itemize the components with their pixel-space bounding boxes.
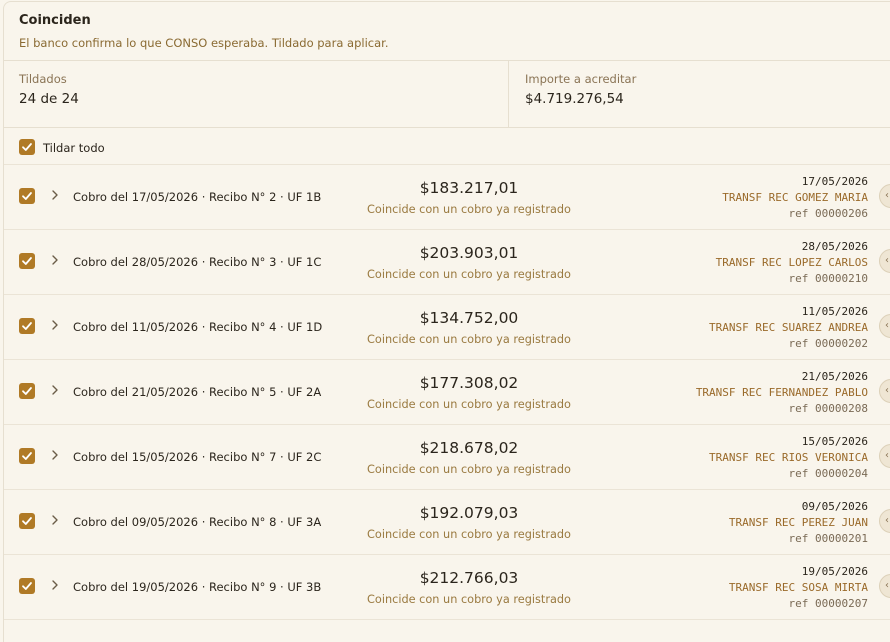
check-icon [22, 452, 32, 460]
row-description: Cobro del 28/05/2026 · Recibo N° 3 · UF … [73, 255, 322, 269]
row-checkbox[interactable] [19, 513, 35, 529]
bank-reference: ref 00000204 [788, 467, 868, 480]
row-checkbox[interactable] [19, 188, 35, 204]
row-match-status: Coincide con un cobro ya registrado [367, 398, 571, 411]
row-checkbox[interactable] [19, 448, 35, 464]
row-match-status: Coincide con un cobro ya registrado [367, 463, 571, 476]
bank-concept: TRANSF REC RIOS VERONICA [709, 451, 868, 464]
row-amount: $192.079,03 [419, 504, 519, 522]
row-amount: $177.308,02 [419, 374, 519, 392]
bank-date: 15/05/2026 [801, 435, 868, 448]
bank-date: 17/05/2026 [801, 175, 868, 188]
row-action-button[interactable]: ‹ [879, 249, 890, 273]
bank-date: 21/05/2026 [801, 370, 868, 383]
match-row[interactable]: Cobro del 21/05/2026 · Recibo N° 5 · UF … [4, 359, 890, 425]
check-icon [22, 143, 32, 151]
row-action-button[interactable]: ‹ [879, 379, 890, 403]
match-row[interactable]: Cobro del 15/05/2026 · Recibo N° 7 · UF … [4, 424, 890, 490]
row-checkbox[interactable] [19, 253, 35, 269]
bank-concept: TRANSF REC LOPEZ CARLOS [715, 256, 868, 269]
chevron-left-icon: ‹ [885, 255, 889, 266]
row-checkbox[interactable] [19, 383, 35, 399]
select-all-label: Tildar todo [43, 141, 105, 155]
bank-reference: ref 00000202 [788, 337, 868, 350]
chevron-left-icon: ‹ [885, 450, 889, 461]
bank-date: 11/05/2026 [801, 305, 868, 318]
row-match-status: Coincide con un cobro ya registrado [367, 203, 571, 216]
row-description: Cobro del 11/05/2026 · Recibo N° 4 · UF … [73, 320, 323, 334]
chevron-left-icon: ‹ [885, 385, 889, 396]
row-match-status: Coincide con un cobro ya registrado [367, 268, 571, 281]
chevron-right-icon[interactable] [50, 188, 60, 202]
bank-reference: ref 00000207 [788, 597, 868, 610]
row-description: Cobro del 19/05/2026 · Recibo N° 9 · UF … [73, 580, 322, 594]
chevron-right-icon[interactable] [50, 448, 60, 462]
row-action-button[interactable]: ‹ [879, 444, 890, 468]
section-subtitle: El banco confirma lo que CONSO esperaba.… [19, 36, 389, 50]
bank-reference: ref 00000208 [788, 402, 868, 415]
bank-date: 09/05/2026 [801, 500, 868, 513]
checked-count-label: Tildados [19, 72, 67, 86]
chevron-left-icon: ‹ [885, 320, 889, 331]
check-icon [22, 257, 32, 265]
match-row[interactable]: Cobro del 28/05/2026 · Recibo N° 3 · UF … [4, 229, 890, 295]
bank-concept: TRANSF REC FERNANDEZ PABLO [695, 386, 868, 399]
check-icon [22, 582, 32, 590]
match-row[interactable]: Cobro del 09/05/2026 · Recibo N° 8 · UF … [4, 489, 890, 555]
select-all-row[interactable]: Tildar todo [4, 128, 890, 165]
check-icon [22, 517, 32, 525]
row-amount: $212.766,03 [419, 569, 519, 587]
bank-concept: TRANSF REC PEREZ JUAN [728, 516, 868, 529]
row-checkbox[interactable] [19, 318, 35, 334]
bank-concept: TRANSF REC SOSA MIRTA [728, 581, 868, 594]
match-row[interactable]: Cobro del 11/05/2026 · Recibo N° 4 · UF … [4, 294, 890, 360]
row-description: Cobro del 17/05/2026 · Recibo N° 2 · UF … [73, 190, 322, 204]
row-match-status: Coincide con un cobro ya registrado [367, 333, 571, 346]
bank-concept: TRANSF REC SUAREZ ANDREA [709, 321, 868, 334]
chevron-right-icon[interactable] [50, 318, 60, 332]
chevron-left-icon: ‹ [885, 580, 889, 591]
row-description: Cobro del 09/05/2026 · Recibo N° 8 · UF … [73, 515, 322, 529]
section-header: Coinciden El banco confirma lo que CONSO… [4, 2, 890, 61]
chevron-left-icon: ‹ [885, 190, 889, 201]
chevron-right-icon[interactable] [50, 253, 60, 267]
chevron-left-icon: ‹ [885, 515, 889, 526]
row-action-button[interactable]: ‹ [879, 314, 890, 338]
chevron-right-icon[interactable] [50, 383, 60, 397]
row-checkbox[interactable] [19, 578, 35, 594]
section-title: Coinciden [19, 13, 91, 28]
row-amount: $134.752,00 [419, 309, 519, 327]
summary-stats: Tildados 24 de 24 Importe a acreditar $4… [4, 60, 890, 128]
row-match-status: Coincide con un cobro ya registrado [367, 593, 571, 606]
select-all-checkbox[interactable] [19, 139, 35, 155]
bank-reference: ref 00000206 [788, 207, 868, 220]
row-description: Cobro del 15/05/2026 · Recibo N° 7 · UF … [73, 450, 322, 464]
match-row[interactable]: Cobro del 19/05/2026 · Recibo N° 9 · UF … [4, 554, 890, 620]
chevron-right-icon[interactable] [50, 513, 60, 527]
row-amount: $183.217,01 [419, 179, 519, 197]
row-action-button[interactable]: ‹ [879, 574, 890, 598]
stats-divider [508, 60, 509, 127]
matches-panel: Coinciden El banco confirma lo que CONSO… [3, 1, 890, 642]
row-action-button[interactable]: ‹ [879, 509, 890, 533]
bank-date: 19/05/2026 [801, 565, 868, 578]
bank-reference: ref 00000201 [788, 532, 868, 545]
bank-concept: TRANSF REC GOMEZ MARIA [722, 191, 868, 204]
check-icon [22, 322, 32, 330]
bank-reference: ref 00000210 [788, 272, 868, 285]
row-action-button[interactable]: ‹ [879, 184, 890, 208]
row-match-status: Coincide con un cobro ya registrado [367, 528, 571, 541]
row-amount: $218.678,02 [419, 439, 519, 457]
bank-date: 28/05/2026 [801, 240, 868, 253]
amount-to-credit-label: Importe a acreditar [525, 72, 637, 86]
chevron-right-icon[interactable] [50, 578, 60, 592]
row-description: Cobro del 21/05/2026 · Recibo N° 5 · UF … [73, 385, 322, 399]
checked-count-value: 24 de 24 [19, 91, 79, 107]
amount-to-credit-value: $4.719.276,54 [525, 91, 624, 107]
check-icon [22, 192, 32, 200]
row-amount: $203.903,01 [419, 244, 519, 262]
check-icon [22, 387, 32, 395]
match-row[interactable]: Cobro del 17/05/2026 · Recibo N° 2 · UF … [4, 164, 890, 230]
